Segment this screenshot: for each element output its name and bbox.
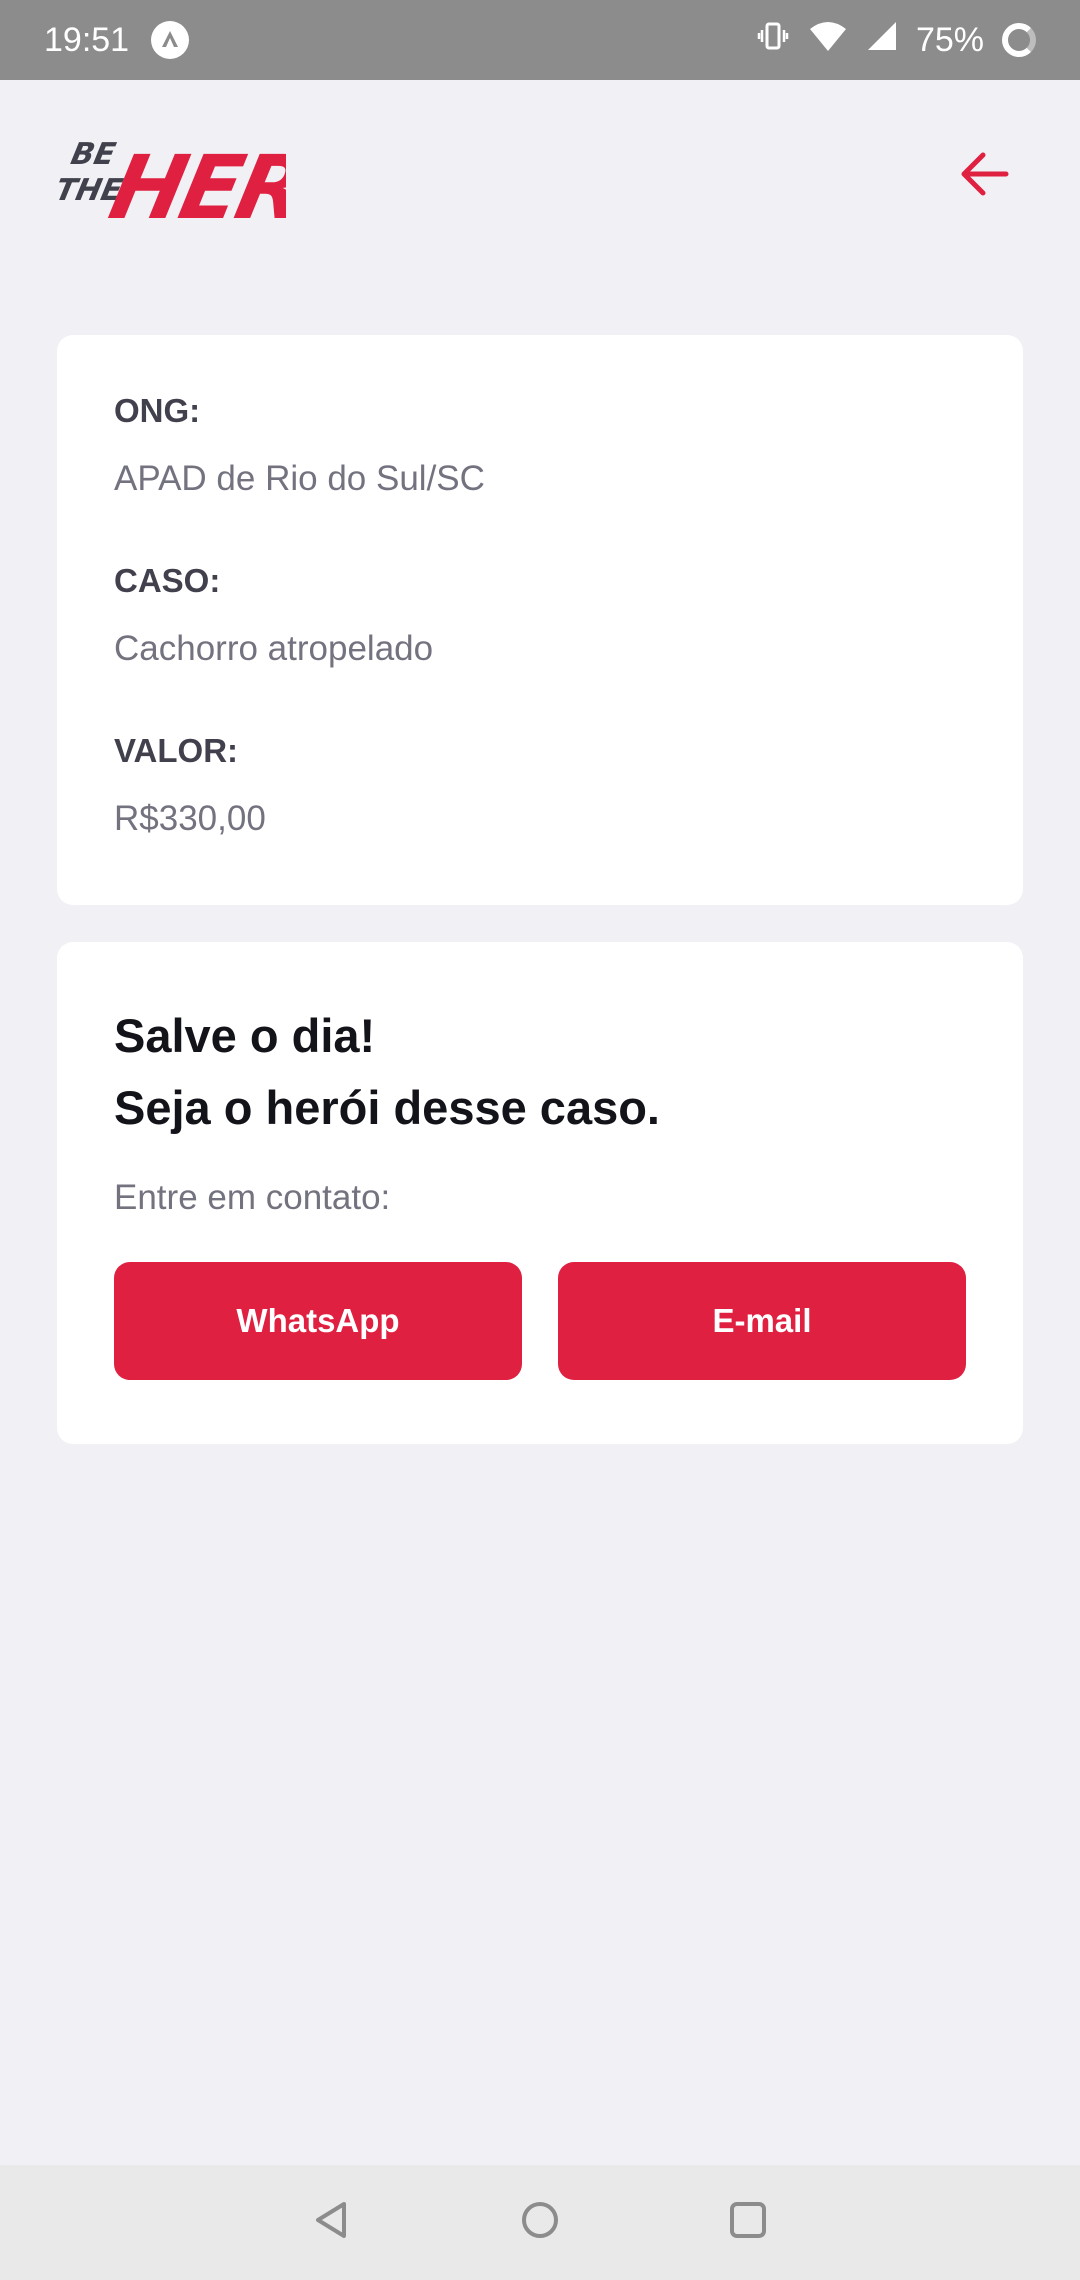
nav-recents-button[interactable]: [718, 2193, 778, 2253]
status-left: 19:51: [44, 20, 190, 60]
case-label: CASO:: [114, 562, 221, 599]
ong-value: APAD de Rio do Sul/SC: [114, 459, 485, 498]
ong-group: ONG: APAD de Rio do Sul/SC: [114, 391, 966, 501]
svg-text:BE: BE: [68, 137, 119, 172]
nav-home-button[interactable]: [510, 2193, 570, 2253]
contact-title-line2: Seja o herói desse caso.: [114, 1081, 660, 1134]
nav-back-button[interactable]: [302, 2193, 362, 2253]
be-the-hero-logo: BE THE HERO: [52, 124, 385, 239]
contact-title-line1: Salve o dia!: [114, 1009, 376, 1062]
value-label: VALOR:: [114, 732, 239, 769]
recents-square-icon: [728, 2200, 768, 2245]
battery-icon: [1002, 23, 1036, 57]
svg-text:HERO: HERO: [102, 136, 286, 228]
battery-percent: 75%: [915, 20, 984, 59]
value-group: VALOR: R$330,00: [114, 731, 966, 841]
contact-title: Salve o dia! Seja o herói desse caso.: [114, 1000, 966, 1144]
status-bar: 19:51 75%: [0, 0, 1080, 80]
vibrate-icon: [756, 19, 790, 62]
wifi-icon: [808, 19, 848, 62]
screen: 19:51 75% BE THE HERO ONG: APAD de Rio d…: [0, 0, 1080, 2280]
whatsapp-button[interactable]: WhatsApp: [114, 1262, 522, 1380]
back-button[interactable]: [948, 140, 1020, 212]
incident-card: ONG: APAD de Rio do Sul/SC CASO: Cachorr…: [57, 335, 1023, 905]
ong-label: ONG:: [114, 392, 201, 429]
signal-icon: [866, 20, 898, 61]
email-button[interactable]: E-mail: [558, 1262, 966, 1380]
value-amount: R$330,00: [114, 799, 266, 838]
contact-actions: WhatsApp E-mail: [114, 1262, 966, 1380]
back-triangle-icon: [312, 2200, 352, 2245]
case-value: Cachorro atropelado: [114, 629, 434, 668]
arrow-left-icon: [959, 151, 1009, 202]
home-circle-icon: [520, 2200, 560, 2245]
status-time: 19:51: [44, 20, 130, 59]
contact-card: Salve o dia! Seja o herói desse caso. En…: [57, 942, 1023, 1444]
status-right: 75%: [756, 19, 1036, 62]
contact-description: Entre em contato:: [114, 1178, 391, 1217]
header: BE THE HERO: [0, 80, 1080, 270]
app-notification-icon: [151, 21, 190, 59]
case-group: CASO: Cachorro atropelado: [114, 561, 966, 671]
navigation-bar: [0, 2165, 1080, 2280]
